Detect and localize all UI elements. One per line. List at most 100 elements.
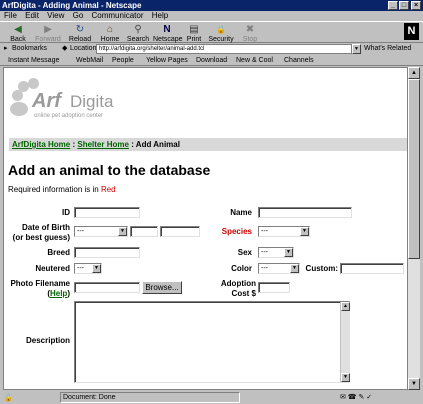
security-lock-icon: 🔒 [216,25,226,34]
yellow-pages-link[interactable]: Yellow Pages [146,55,188,66]
menu-view[interactable]: View [47,11,64,20]
personal-toolbar: Instant Message WebMail People Yellow Pa… [0,55,423,66]
page-content: Arf Digita online pet adoption center Ar… [3,67,408,390]
dob-day-input[interactable] [130,226,158,237]
search-icon: ⚲ [134,24,142,35]
required-color-word: Red [100,185,116,194]
scroll-thumb[interactable] [408,79,420,259]
whats-related-button[interactable]: What's Related [364,43,411,55]
name-input[interactable] [258,207,352,218]
breadcrumb-current: Add Animal [135,140,180,149]
minimize-button[interactable]: _ [388,1,398,10]
component-bar-icons[interactable]: ✉ ☎ ✎ ✓ [340,391,372,404]
scroll-up-icon[interactable]: ▲ [341,302,350,311]
menu-edit[interactable]: Edit [25,11,39,20]
location-url-input[interactable]: http://arfdigita.org/shelter/animal-add.… [96,44,352,54]
webmail-link[interactable]: WebMail [76,55,103,66]
page-scrollbar[interactable]: ▲ ▼ [408,67,420,390]
url-dropdown-icon[interactable]: ▼ [352,44,361,54]
navigation-toolbar: ◀ Back ▶ Forward ↻ Reload ⌂ Home ⚲ Search N Ne… [0,21,423,43]
species-label: Species [221,227,252,236]
back-arrow-icon: ◀ [14,24,22,35]
home-icon: ⌂ [106,24,114,35]
breadcrumb-home-link[interactable]: ArfDigita Home [12,140,70,149]
window-titlebar: ArfDigita - Adding Animal - Netscape _ □… [0,0,423,11]
id-label: ID [62,208,70,217]
netscape-icon: N [163,24,171,35]
bookmarks-button[interactable]: Bookmarks [12,43,47,55]
chevron-down-icon: ▼ [92,264,101,273]
menu-go[interactable]: Go [73,11,84,20]
breadcrumb-shelter-link[interactable]: Shelter Home [77,140,129,149]
photo-filename-input[interactable] [74,282,140,293]
stop-icon: ✖ [245,24,255,35]
photo-filename-label: Photo Filename (Help) [10,279,70,298]
netscape-logo[interactable]: N [404,23,419,40]
paw-icon [10,102,28,116]
location-bar: ▸ Bookmarks ◆ Location: http://arfdigita… [0,43,423,55]
arfdigita-logo: Arf Digita online pet adoption center [8,76,128,126]
required-note-text: Required information is in [8,185,101,194]
scroll-up-icon[interactable]: ▲ [408,67,420,79]
new-and-cool-link[interactable]: New & Cool [236,55,273,66]
dob-year-input[interactable] [160,226,200,237]
textarea-scrollbar[interactable]: ▲ ▼ [340,302,350,382]
menu-communicator[interactable]: Communicator [92,11,144,20]
instant-message-link[interactable]: Instant Message [8,55,59,66]
color-select[interactable]: --- ▼ [258,263,300,274]
channels-link[interactable]: Channels [284,55,314,66]
logo-text-arf: Arf [32,90,61,112]
logo-tagline: online pet adoption center [34,113,104,119]
name-label: Name [230,208,252,217]
species-select[interactable]: --- ▼ [258,226,310,237]
chevron-down-icon: ▼ [300,227,309,236]
stop-button[interactable]: ✖ Stop [236,23,264,44]
required-note: Required information is in Red [8,185,116,194]
breed-label: Breed [47,248,70,257]
security-status-icon[interactable]: 🔓 [4,392,13,404]
search-button[interactable]: ⚲ Search [124,23,152,44]
id-input[interactable] [74,207,140,218]
sex-select[interactable]: --- ▼ [258,247,294,258]
scroll-down-icon[interactable]: ▼ [341,373,350,382]
reload-button[interactable]: ↻ Reload [66,23,94,44]
photo-help-link[interactable]: Help [50,289,67,298]
home-button[interactable]: ⌂ Home [96,23,124,44]
chevron-down-icon: ▼ [284,248,293,257]
custom-color-input[interactable] [340,263,404,274]
chevron-down-icon: ▼ [290,264,299,273]
breadcrumb: ArfDigita Home : Shelter Home : Add Anim… [9,138,407,151]
menu-help[interactable]: Help [152,11,168,20]
page-proxy-icon: ◆ [62,45,68,52]
location-label: Location: [70,45,99,52]
print-icon: ▤ [189,24,199,35]
browse-button[interactable]: Browse... [142,281,182,294]
breed-input[interactable] [74,247,140,258]
forward-button[interactable]: ▶ Forward [34,23,62,44]
status-bar: 🔓 Document: Done ✉ ☎ ✎ ✓ [0,391,423,404]
window-title: ArfDigita - Adding Animal - Netscape [2,1,142,10]
back-button[interactable]: ◀ Back [4,23,32,44]
color-label: Color [231,264,252,273]
breadcrumb-separator: : [72,140,76,149]
scroll-down-icon[interactable]: ▼ [408,378,420,390]
neutered-select[interactable]: --- ▼ [74,263,102,274]
maximize-button[interactable]: □ [399,1,409,10]
menu-file[interactable]: File [4,11,17,20]
netscape-button[interactable]: N Netscape [153,23,183,44]
print-button[interactable]: ▤ Print [180,23,208,44]
close-button[interactable]: × [411,1,421,10]
sex-label: Sex [237,248,252,257]
people-link[interactable]: People [112,55,134,66]
description-label: Description [25,336,70,345]
breadcrumb-separator: : [131,140,134,149]
download-link[interactable]: Download [196,55,227,66]
adoption-cost-input[interactable] [258,282,290,293]
security-button[interactable]: 🔒 Security [207,23,235,44]
dob-month-select[interactable]: --- ▼ [74,226,128,237]
paw-icon [28,78,39,89]
page-title: Add an animal to the database [8,162,211,178]
custom-color-label: Custom: [305,264,338,273]
adoption-cost-label: Adoption Cost $ [220,279,256,298]
description-textarea[interactable]: ▲ ▼ [74,301,350,383]
